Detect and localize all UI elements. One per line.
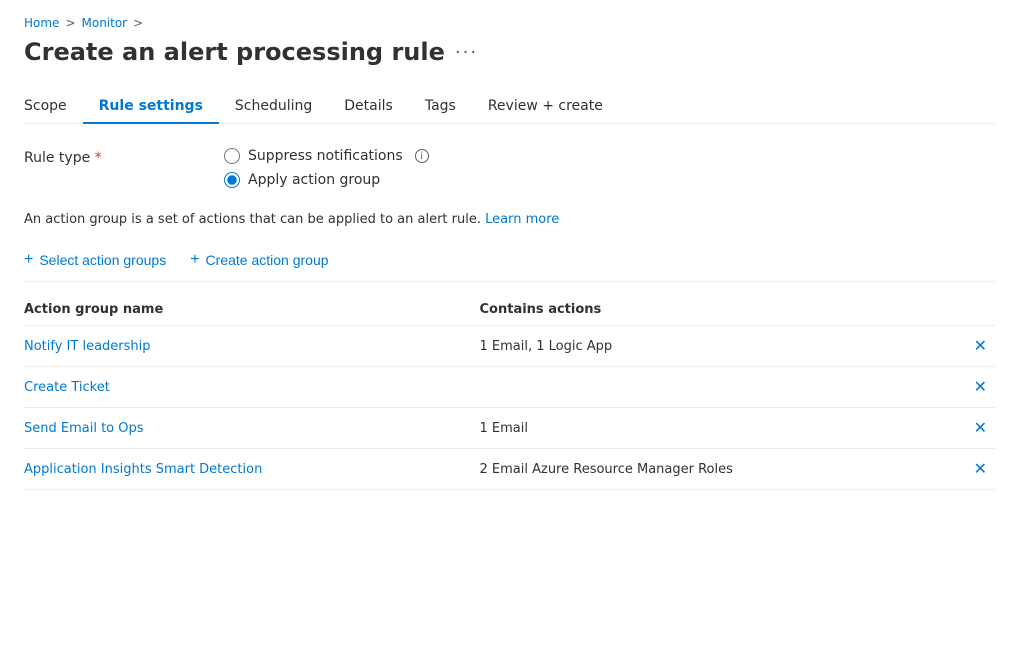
description-text: An action group is a set of actions that…: [24, 212, 995, 227]
radio-suppress[interactable]: [224, 148, 240, 164]
breadcrumb-home[interactable]: Home: [24, 16, 59, 30]
info-icon-suppress[interactable]: i: [415, 149, 429, 163]
page-container: Home > Monitor > Create an alert process…: [0, 0, 1019, 667]
action-group-link-1[interactable]: Notify IT leadership: [24, 339, 151, 354]
breadcrumb: Home > Monitor >: [24, 16, 995, 30]
table-row: Application Insights Smart Detection 2 E…: [24, 449, 995, 490]
breadcrumb-monitor[interactable]: Monitor: [82, 16, 128, 30]
table-row: Create Ticket ✕: [24, 367, 995, 408]
actions-cell-1: 1 Email, 1 Logic App: [480, 339, 936, 354]
action-group-link-3[interactable]: Send Email to Ops: [24, 421, 144, 436]
delete-button-1[interactable]: ✕: [935, 336, 995, 356]
required-indicator: *: [95, 150, 102, 166]
radio-option-suppress[interactable]: Suppress notifications i: [224, 148, 429, 164]
table-row: Send Email to Ops 1 Email ✕: [24, 408, 995, 449]
learn-more-link[interactable]: Learn more: [485, 212, 559, 227]
more-options-icon[interactable]: ···: [455, 42, 478, 63]
tab-details[interactable]: Details: [328, 90, 409, 124]
delete-button-2[interactable]: ✕: [935, 377, 995, 397]
select-action-groups-button[interactable]: + Select action groups: [24, 251, 166, 269]
rule-type-section: Rule type * Suppress notifications i App…: [24, 148, 995, 188]
tab-tags[interactable]: Tags: [409, 90, 472, 124]
delete-button-3[interactable]: ✕: [935, 418, 995, 438]
x-icon-1: ✕: [974, 336, 987, 356]
plus-icon-select: +: [24, 251, 33, 269]
create-action-group-button[interactable]: + Create action group: [190, 251, 328, 269]
description-main: An action group is a set of actions that…: [24, 212, 481, 227]
col-header-action-group-name: Action group name: [24, 302, 480, 317]
create-action-group-label: Create action group: [206, 252, 329, 268]
x-icon-3: ✕: [974, 418, 987, 438]
col-header-contains-actions: Contains actions: [480, 302, 936, 317]
radio-apply-action-label: Apply action group: [248, 172, 380, 188]
actions-cell-4: 2 Email Azure Resource Manager Roles: [480, 462, 936, 477]
x-icon-4: ✕: [974, 459, 987, 479]
breadcrumb-sep-1: >: [65, 16, 75, 30]
col-header-delete: [935, 302, 995, 317]
actions-cell-3: 1 Email: [480, 421, 936, 436]
page-title: Create an alert processing rule: [24, 38, 445, 66]
radio-apply-action[interactable]: [224, 172, 240, 188]
action-group-link-2[interactable]: Create Ticket: [24, 380, 110, 395]
action-groups-table: Action group name Contains actions Notif…: [24, 294, 995, 490]
tab-rule-settings[interactable]: Rule settings: [83, 90, 219, 124]
action-group-link-4[interactable]: Application Insights Smart Detection: [24, 462, 262, 477]
table-header: Action group name Contains actions: [24, 294, 995, 326]
action-buttons-row: + Select action groups + Create action g…: [24, 251, 995, 282]
radio-suppress-label: Suppress notifications: [248, 148, 403, 164]
delete-button-4[interactable]: ✕: [935, 459, 995, 479]
tab-scheduling[interactable]: Scheduling: [219, 90, 328, 124]
tab-scope[interactable]: Scope: [24, 90, 83, 124]
select-action-groups-label: Select action groups: [39, 252, 166, 268]
plus-icon-create: +: [190, 251, 199, 269]
tab-review-create[interactable]: Review + create: [472, 90, 619, 124]
radio-option-apply-action[interactable]: Apply action group: [224, 172, 429, 188]
breadcrumb-sep-2: >: [133, 16, 143, 30]
radio-group: Suppress notifications i Apply action gr…: [224, 148, 429, 188]
tabs-container: Scope Rule settings Scheduling Details T…: [24, 90, 995, 124]
page-title-row: Create an alert processing rule ···: [24, 38, 995, 66]
table-row: Notify IT leadership 1 Email, 1 Logic Ap…: [24, 326, 995, 367]
rule-type-label: Rule type *: [24, 148, 224, 166]
x-icon-2: ✕: [974, 377, 987, 397]
